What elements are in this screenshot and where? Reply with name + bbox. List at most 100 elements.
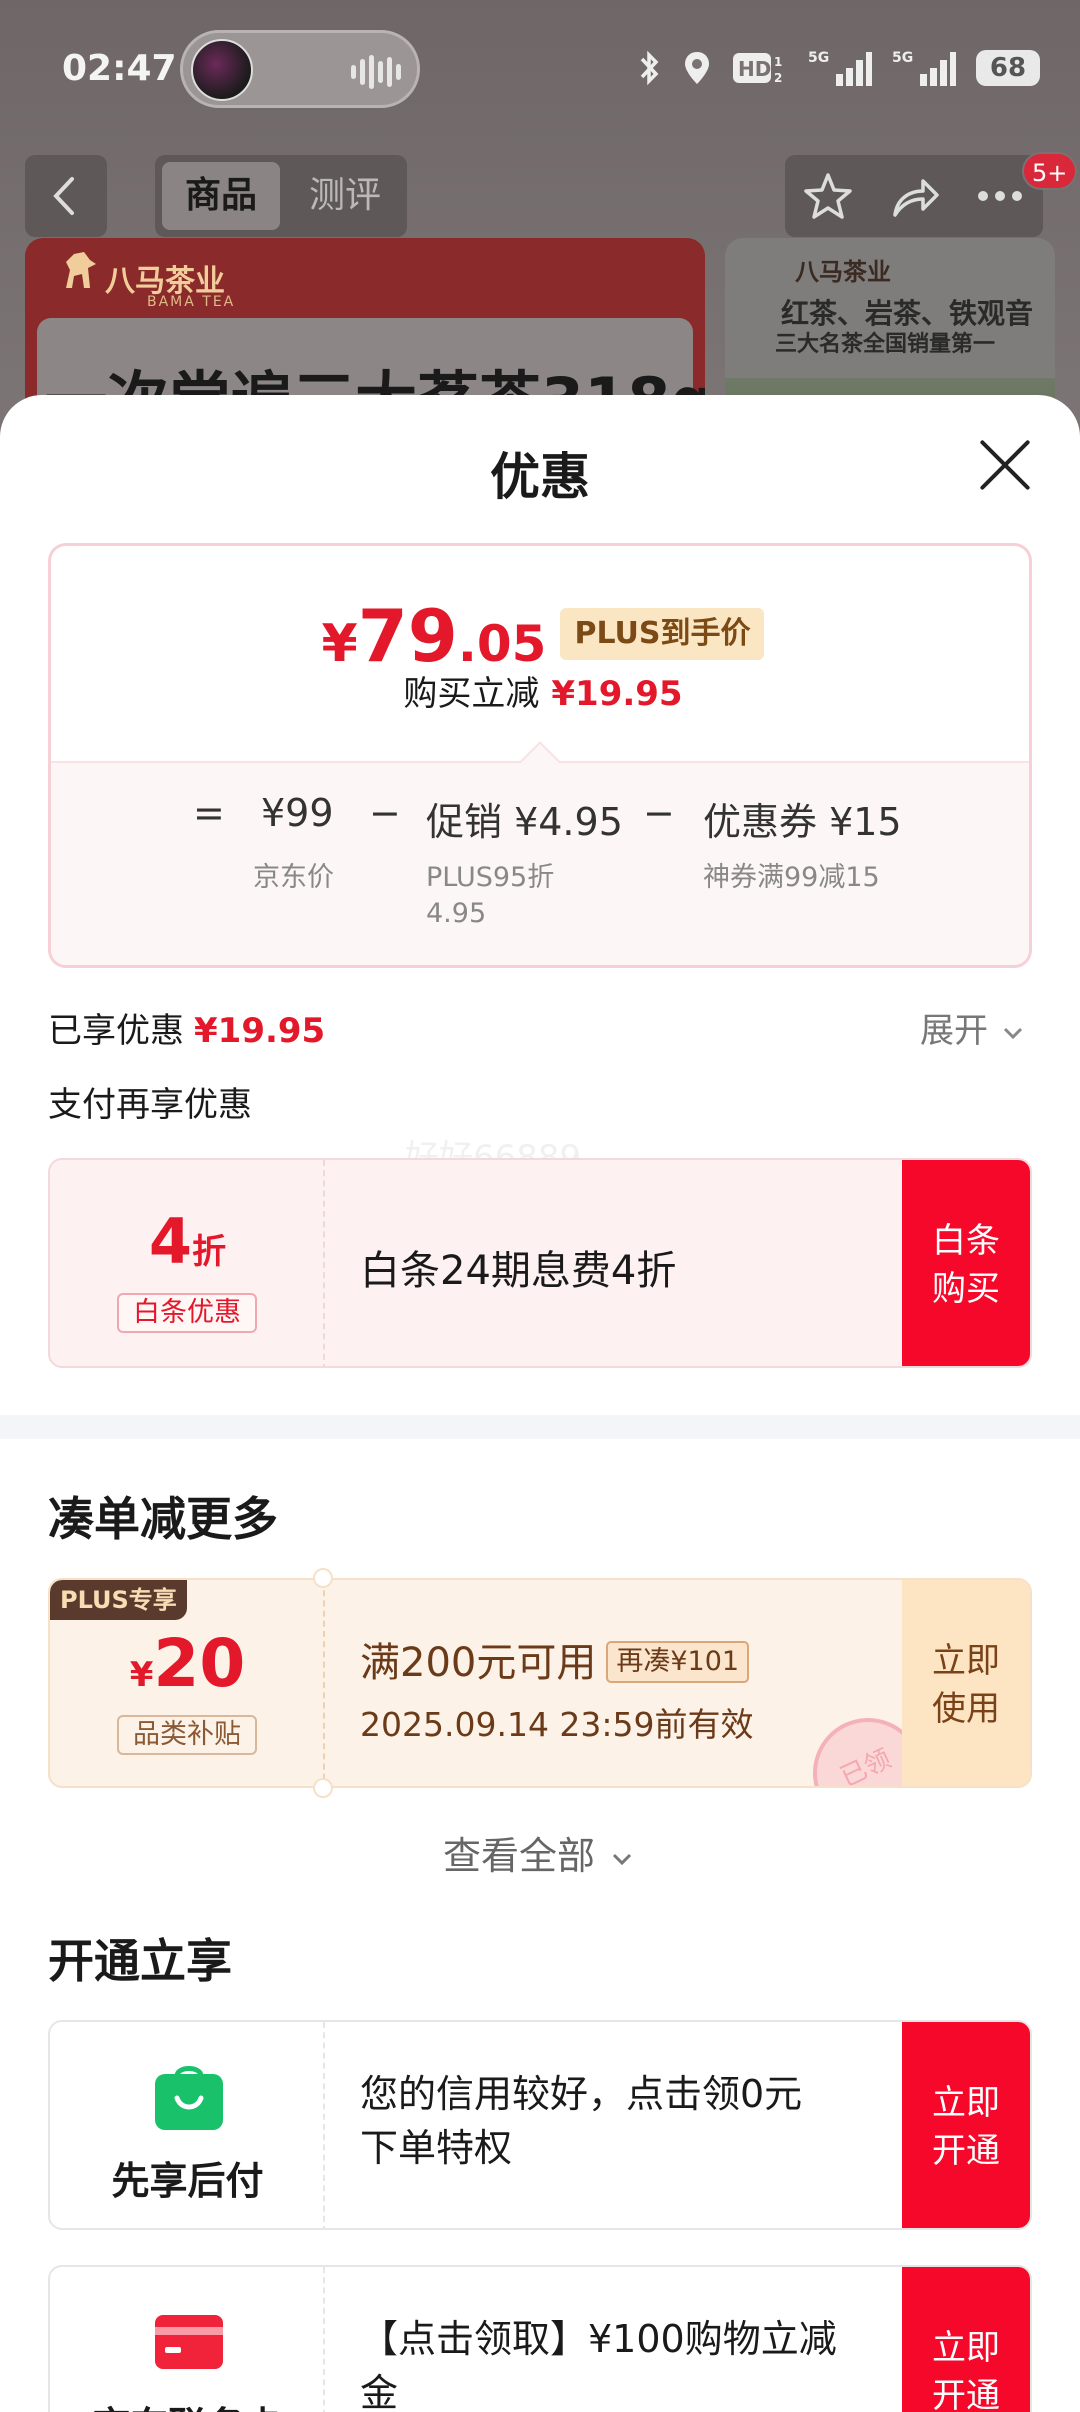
svg-text:HD: HD [738, 57, 771, 81]
coupon-currency: ¥ [129, 1655, 154, 1695]
co-brand-description: 【点击领取】¥100购物立减 金 [360, 2312, 880, 2412]
baitiao-tag: 白条优惠 [117, 1293, 257, 1333]
combine-section-title: 凑单减更多 [48, 1492, 278, 1546]
cta-line-2: 开通 [932, 2376, 1000, 2412]
pay-more-label: 支付再享优惠 [48, 1085, 252, 1125]
co-brand-desc-line-2: 金 [360, 2371, 399, 2412]
view-all-label: 查看全部 [442, 1834, 595, 1878]
baitiao-description: 白条24期息费4折 [360, 1248, 677, 1294]
svg-text:5G: 5G [892, 50, 913, 66]
credit-card-icon [155, 2315, 223, 2369]
minus-sign: − [643, 791, 675, 835]
price-decimal: .05 [457, 615, 547, 673]
co-brand-desc-line-1: 【点击领取】¥100购物立减 [360, 2317, 837, 2361]
jd-price: ¥99 [261, 791, 334, 835]
open-co-brand-button[interactable]: 立即 开通 [902, 2267, 1030, 2412]
expand-label: 展开 [920, 1011, 988, 1051]
status-time: 02:47 [62, 48, 177, 89]
plus-exclusive-badge: PLUS专享 [50, 1580, 187, 1620]
horse-logo-icon [66, 252, 96, 288]
instant-discount: 购买立减 ¥19.95 [51, 666, 1029, 715]
cta-line-1: 立即 [932, 1641, 1000, 1681]
share-icon [893, 179, 939, 217]
thumbnail-line-2: 三大名茶全国销量第一 [775, 332, 996, 357]
bluetooth-icon [640, 50, 659, 86]
category-subsidy-tag: 品类补贴 [117, 1715, 257, 1755]
expand-button[interactable]: 展开 [920, 1003, 1027, 1052]
status-icons: HD 1 2 5G 5G 68 [636, 48, 1040, 88]
notification-badge: 5+ [1022, 152, 1078, 190]
coupon-value: ¥20 [50, 1625, 325, 1702]
location-icon [685, 52, 709, 84]
discount-sheet: 优惠 ¥79.05 PLUS到手价 购买立减 ¥19.95 = ¥99 京东价 − … [0, 395, 1080, 2412]
open-pay-later-button[interactable]: 立即 开通 [902, 2022, 1030, 2228]
open-section-title: 开通立享 [48, 1934, 232, 1988]
cta-line-2: 购买 [932, 1269, 1000, 1309]
pay-later-desc-line-2: 下单特权 [360, 2126, 513, 2170]
co-brand-block: 京东联名卡 [50, 2267, 325, 2412]
formula-pointer [520, 741, 560, 781]
favorite-button[interactable] [785, 155, 871, 237]
promo-detail: PLUS95折 [426, 862, 555, 893]
chevron-down-icon [612, 1853, 632, 1865]
chevron-down-icon [1003, 1027, 1022, 1039]
status-bar: 02:47 HD 1 2 5G 5G 68 [0, 30, 1080, 110]
baitiao-discount-block: 4折 白条优惠 [50, 1160, 325, 1366]
close-icon[interactable] [975, 435, 1035, 495]
pay-later-card[interactable]: 先享后付 您的信用较好，点击领0元 下单特权 立即 开通 [48, 2020, 1032, 2230]
baitiao-card[interactable]: 4折 白条优惠 白条24期息费4折 白条购买 [48, 1158, 1032, 1368]
cta-line-1: 立即 [932, 2328, 1000, 2368]
shopping-bag-icon [155, 2066, 223, 2130]
section-divider [0, 1415, 1080, 1439]
coupon-number: 20 [153, 1625, 246, 1702]
share-button[interactable] [871, 155, 957, 237]
coupon-amount: 优惠券 ¥15 [703, 800, 902, 844]
view-all-button[interactable]: 查看全部 [0, 1825, 1080, 1880]
price-breakdown-card: ¥79.05 PLUS到手价 购买立减 ¥19.95 = ¥99 京东价 − 促销 … [48, 543, 1032, 968]
enjoyed-label: 已享优惠 [48, 1011, 184, 1051]
svg-text:1: 1 [774, 55, 782, 69]
tab-review[interactable]: 测评 [290, 162, 400, 230]
product-tabs: 商品 测评 [155, 155, 407, 237]
signal-5g-icon: 5G [892, 50, 956, 86]
tab-product[interactable]: 商品 [162, 162, 280, 230]
coupon-card[interactable]: ¥20 品类补贴 PLUS专享 满200元可用 再凑¥101 2025.09.14… [48, 1578, 1032, 1788]
price-currency: ¥ [321, 614, 358, 674]
svg-text:2: 2 [774, 71, 782, 85]
plus-price-tag: PLUS到手价 [560, 608, 765, 660]
price-formula: = ¥99 京东价 − 促销 ¥4.95 PLUS95折 4.95 − 优惠券 … [51, 741, 1029, 965]
coupon-details: 满200元可用 再凑¥101 2025.09.14 23:59前有效 [360, 1630, 754, 1746]
back-button[interactable] [25, 155, 107, 237]
coupon-condition: 满200元可用 [360, 1640, 597, 1686]
baitiao-discount: 4折 [50, 1205, 325, 1278]
sheet-title: 优惠 [490, 448, 590, 506]
discount-number: 4 [148, 1205, 193, 1278]
coupon-expiry: 2025.09.14 23:59前有效 [360, 1705, 754, 1744]
cta-line-1: 立即 [932, 2083, 1000, 2123]
co-brand-label: 京东联名卡 [50, 2395, 325, 2412]
coupon-notch [313, 1778, 333, 1798]
instant-discount-value: ¥19.95 [551, 674, 683, 714]
enjoyed-value: ¥19.95 [194, 1011, 326, 1051]
avatar [191, 39, 253, 101]
live-audio-pill[interactable] [180, 30, 420, 108]
pay-later-description: 您的信用较好，点击领0元 下单特权 [360, 2067, 880, 2175]
jd-price-label: 京东价 [253, 862, 334, 893]
chevron-left-icon [53, 177, 74, 215]
pay-later-desc-line-1: 您的信用较好，点击领0元 [360, 2072, 803, 2116]
discount-unit: 折 [192, 1232, 227, 1272]
use-coupon-button[interactable]: 立即 使用 [902, 1580, 1030, 1786]
pay-later-label: 先享后付 [111, 2159, 264, 2203]
thumbnail-brand: 八马茶业 [795, 258, 891, 286]
coupon-detail: 神券满99减15 [703, 862, 880, 893]
svg-text:5G: 5G [808, 50, 829, 66]
coupon-notch [313, 1568, 333, 1588]
battery-icon: 68 [976, 50, 1040, 86]
cta-line-1: 白条 [932, 1221, 1000, 1261]
product-top-nav: 商品 测评 [0, 155, 1080, 237]
co-brand-card[interactable]: 京东联名卡 【点击领取】¥100购物立减 金 立即开通 [48, 2265, 1032, 2412]
header-actions [785, 155, 1043, 237]
cta-line-2: 使用 [932, 1689, 1000, 1729]
add-more-tag: 再凑¥101 [606, 1641, 750, 1683]
baitiao-buy-button[interactable]: 白条 购买 [902, 1160, 1030, 1366]
